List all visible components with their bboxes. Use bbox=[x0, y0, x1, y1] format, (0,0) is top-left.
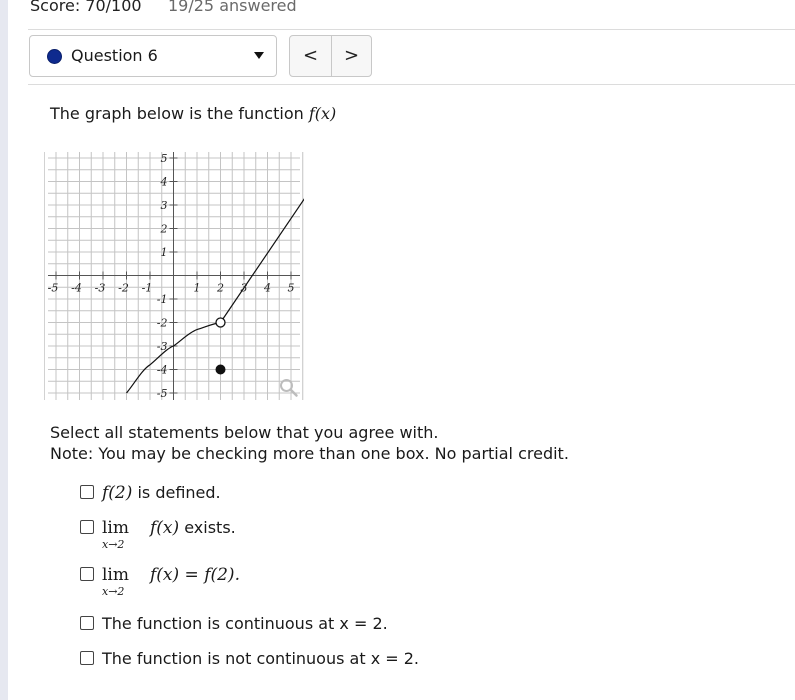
option-3-checkbox[interactable] bbox=[80, 567, 94, 581]
status-dot-icon bbox=[47, 49, 62, 64]
magnify-icon[interactable] bbox=[279, 378, 299, 398]
x-tick-label: -2 bbox=[118, 282, 129, 295]
closed-point bbox=[215, 364, 226, 375]
function-graph: -5-4-3-2-11234554321-1-2-3-4-5 bbox=[44, 152, 304, 400]
option-5-text: The function is not continuous at x = 2. bbox=[102, 649, 419, 668]
option-2-text: exists. bbox=[179, 518, 236, 537]
option-3-lim-sub: x→2 bbox=[102, 585, 125, 598]
option-5-checkbox[interactable] bbox=[80, 651, 94, 665]
x-tick-label: 2 bbox=[216, 282, 224, 295]
x-tick-label: 5 bbox=[288, 282, 295, 295]
option-4-checkbox[interactable] bbox=[80, 616, 94, 630]
y-tick-label: -5 bbox=[157, 387, 168, 400]
caret-down-icon bbox=[254, 52, 264, 59]
y-tick-label: 1 bbox=[161, 246, 168, 259]
option-3-lim: lim bbox=[102, 565, 129, 585]
y-tick-label: -4 bbox=[157, 364, 168, 377]
divider-top bbox=[28, 29, 795, 30]
y-tick-label: 2 bbox=[160, 223, 168, 236]
option-2-math: f(x) bbox=[150, 518, 180, 538]
prompt-text: The graph below is the function bbox=[50, 104, 309, 123]
x-tick-label: -4 bbox=[71, 282, 82, 295]
option-4-text: The function is continuous at x = 2. bbox=[102, 614, 388, 633]
x-tick-label: 4 bbox=[263, 282, 271, 295]
option-2-lim: lim bbox=[102, 518, 129, 538]
graph-axes bbox=[48, 152, 300, 400]
y-tick-label: 3 bbox=[161, 199, 168, 212]
graph-curves bbox=[126, 198, 304, 394]
prev-question-button[interactable]: < bbox=[290, 36, 332, 76]
x-tick-label: 1 bbox=[194, 282, 201, 295]
score-text: Score: 70/100 bbox=[30, 0, 142, 15]
chevron-left-icon: < bbox=[302, 45, 319, 66]
x-tick-label: -5 bbox=[48, 282, 59, 295]
y-tick-label: 5 bbox=[161, 152, 168, 165]
question-select-label: Question 6 bbox=[71, 46, 158, 65]
answered-count: 19/25 answered bbox=[168, 0, 297, 15]
instructions-line-1: Select all statements below that you agr… bbox=[50, 423, 439, 442]
option-2-lim-sub: x→2 bbox=[102, 538, 125, 551]
prompt-function: f(x) bbox=[308, 104, 337, 123]
instructions: Select all statements below that you agr… bbox=[50, 422, 569, 464]
option-1-checkbox[interactable] bbox=[80, 485, 94, 499]
y-tick-label: 4 bbox=[160, 176, 168, 189]
question-prompt: The graph below is the function f(x) bbox=[50, 104, 336, 123]
instructions-line-2: Note: You may be checking more than one … bbox=[50, 444, 569, 463]
option-1-math: f(2) bbox=[102, 483, 133, 503]
open-point bbox=[215, 317, 226, 328]
x-tick-label: -1 bbox=[142, 282, 153, 295]
next-question-button[interactable]: > bbox=[331, 36, 372, 76]
option-3-math: f(x) = f(2). bbox=[150, 565, 240, 585]
y-tick-label: -2 bbox=[157, 317, 168, 330]
x-tick-label: -3 bbox=[95, 282, 106, 295]
question-select[interactable]: Question 6 bbox=[29, 35, 277, 77]
question-nav: < > bbox=[289, 35, 372, 77]
left-border bbox=[0, 0, 8, 700]
option-2-checkbox[interactable] bbox=[80, 520, 94, 534]
divider-mid bbox=[28, 84, 795, 85]
y-tick-label: -1 bbox=[157, 293, 168, 306]
chevron-right-icon: > bbox=[343, 45, 360, 66]
option-1-text: is defined. bbox=[132, 483, 221, 502]
